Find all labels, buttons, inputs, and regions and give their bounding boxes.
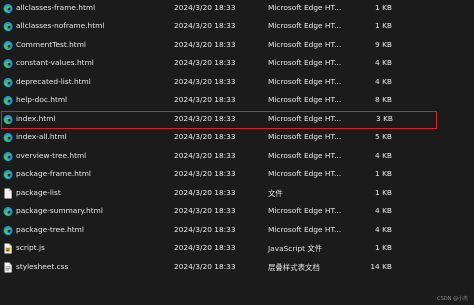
file-type: Microsoft Edge HT...	[268, 3, 342, 12]
watermark: CSDN @小杰	[437, 296, 468, 302]
file-row[interactable]: package-summary.html 2024/3/20 18:33 Mic…	[0, 203, 474, 221]
file-date: 2024/3/20 18:33	[174, 132, 236, 141]
file-type: Microsoft Edge HT...	[268, 206, 342, 215]
file-name: allclasses-noframe.html	[16, 21, 105, 30]
file-row[interactable]: overview-tree.html 2024/3/20 18:33 Micro…	[0, 148, 474, 166]
file-size: 1 KB	[375, 21, 392, 30]
file-type: Microsoft Edge HT...	[268, 132, 342, 141]
file-row-selected[interactable]: index.html 2024/3/20 18:33 Microsoft Edg…	[1, 110, 437, 129]
file-row[interactable]: script.js 2024/3/20 18:33 JavaScript 文件 …	[0, 240, 474, 258]
file-row[interactable]: allclasses-frame.html 2024/3/20 18:33 Mi…	[0, 0, 474, 18]
file-name: index-all.html	[16, 132, 67, 141]
file-size: 9 KB	[375, 39, 392, 49]
file-date: 2024/3/20 18:33	[174, 206, 236, 215]
file-size: 4 KB	[375, 150, 392, 160]
file-name: index.html	[16, 113, 56, 123]
edge-icon	[3, 58, 13, 69]
edge-icon	[3, 206, 13, 217]
file-name: constant-values.html	[16, 58, 94, 67]
file-row[interactable]: deprecated-list.html 2024/3/20 18:33 Mic…	[0, 74, 474, 92]
file-size: 3 KB	[376, 113, 393, 123]
file-row[interactable]: index-all.html 2024/3/20 18:33 Microsoft…	[0, 129, 474, 147]
file-type: Microsoft Edge HT...	[268, 58, 342, 67]
file-type: Microsoft Edge HT...	[268, 169, 342, 178]
js-file-icon	[3, 243, 13, 254]
file-type: 层叠样式表文档	[268, 262, 320, 272]
file-name: package-summary.html	[16, 206, 103, 215]
file-type: Microsoft Edge HT...	[268, 113, 342, 123]
file-type: Microsoft Edge HT...	[268, 95, 342, 104]
file-row[interactable]: package-list 2024/3/20 18:33 文件 1 KB	[0, 185, 474, 203]
file-size: 5 KB	[375, 132, 392, 141]
edge-icon	[3, 151, 13, 162]
edge-icon	[3, 225, 13, 236]
file-size: 1 KB	[375, 169, 392, 178]
file-size: 1 KB	[375, 3, 392, 12]
file-name: stylesheet.css	[16, 261, 69, 271]
file-size: 4 KB	[375, 58, 392, 67]
file-name: package-tree.html	[16, 224, 84, 234]
file-date: 2024/3/20 18:33	[174, 169, 236, 178]
file-date: 2024/3/20 18:33	[174, 187, 236, 197]
file-row[interactable]: CommentTest.html 2024/3/20 18:33 Microso…	[0, 37, 474, 55]
file-type: Microsoft Edge HT...	[268, 21, 342, 30]
edge-icon	[3, 40, 13, 51]
file-type: 文件	[268, 188, 283, 198]
file-date: 2024/3/20 18:33	[174, 3, 236, 12]
file-name: help-doc.html	[16, 95, 68, 104]
file-size: 1 KB	[375, 187, 392, 197]
file-type: Microsoft Edge HT...	[268, 39, 342, 49]
file-row[interactable]: package-tree.html 2024/3/20 18:33 Micros…	[0, 222, 474, 240]
file-name: overview-tree.html	[16, 150, 87, 160]
file-type: Microsoft Edge HT...	[268, 224, 342, 234]
edge-icon	[3, 132, 13, 143]
file-name: allclasses-frame.html	[16, 3, 96, 12]
edge-icon	[3, 95, 13, 106]
file-date: 2024/3/20 18:33	[174, 58, 236, 67]
css-file-icon	[3, 262, 13, 273]
file-size: 8 KB	[375, 95, 392, 104]
file-size: 4 KB	[375, 206, 392, 215]
file-name: CommentTest.html	[16, 39, 86, 49]
file-size: 14 KB	[370, 261, 392, 271]
file-date: 2024/3/20 18:33	[174, 150, 236, 160]
edge-icon	[3, 21, 13, 32]
file-row[interactable]: allclasses-noframe.html 2024/3/20 18:33 …	[0, 18, 474, 36]
file-row[interactable]: stylesheet.css 2024/3/20 18:33 层叠样式表文档 1…	[0, 259, 474, 277]
file-name: package-frame.html	[16, 169, 91, 178]
edge-icon	[3, 3, 13, 14]
file-date: 2024/3/20 18:33	[174, 95, 236, 104]
file-row[interactable]: constant-values.html 2024/3/20 18:33 Mic…	[0, 55, 474, 73]
file-size: 4 KB	[375, 224, 392, 234]
file-size: 1 KB	[375, 243, 392, 252]
file-type: JavaScript 文件	[268, 244, 323, 253]
file-row[interactable]: help-doc.html 2024/3/20 18:33 Microsoft …	[0, 92, 474, 110]
file-date: 2024/3/20 18:33	[174, 113, 236, 123]
edge-icon	[3, 169, 13, 180]
file-date: 2024/3/20 18:33	[174, 243, 236, 252]
file-type: Microsoft Edge HT...	[268, 150, 342, 160]
file-row[interactable]: package-frame.html 2024/3/20 18:33 Micro…	[0, 166, 474, 184]
file-name: script.js	[16, 243, 45, 252]
file-date: 2024/3/20 18:33	[174, 21, 236, 30]
file-icon	[3, 188, 13, 199]
edge-icon	[3, 114, 13, 125]
file-size: 4 KB	[375, 76, 392, 86]
file-date: 2024/3/20 18:33	[174, 224, 236, 234]
file-date: 2024/3/20 18:33	[174, 39, 236, 49]
file-type: Microsoft Edge HT...	[268, 76, 342, 86]
file-date: 2024/3/20 18:33	[174, 261, 236, 271]
file-date: 2024/3/20 18:33	[174, 76, 236, 86]
file-name: deprecated-list.html	[16, 76, 91, 86]
file-name: package-list	[16, 187, 61, 197]
edge-icon	[3, 77, 13, 88]
